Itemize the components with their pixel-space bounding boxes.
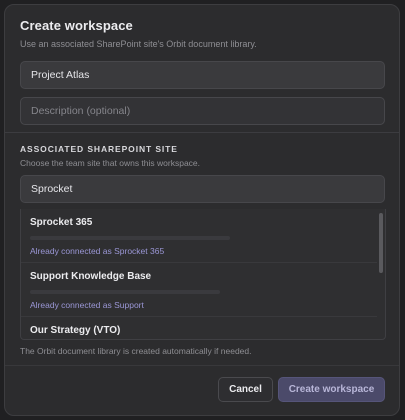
workspace-name-input[interactable]: Project Atlas [20, 61, 385, 89]
dialog-subtitle: Use an associated SharePoint site's Orbi… [20, 39, 257, 49]
section-divider [5, 132, 399, 133]
site-option-title: Our Strategy (VTO) [30, 325, 121, 336]
create-workspace-button[interactable]: Create workspace [278, 377, 385, 402]
site-option-status: Already connected as Sprocket 365 [30, 246, 165, 256]
site-section-heading: ASSOCIATED SHAREPOINT SITE [20, 144, 178, 154]
redacted-text [30, 236, 230, 240]
dialog-title: Create workspace [20, 18, 133, 33]
dropdown-scrollbar[interactable] [379, 213, 383, 273]
site-option-sprocket-365[interactable]: Sprocket 365 Already connected as Sprock… [21, 209, 377, 262]
site-option-title: Support Knowledge Base [30, 271, 152, 282]
site-options-dropdown: Sprocket 365 Already connected as Sprock… [20, 209, 386, 340]
site-search-input[interactable]: Sprocket [20, 175, 385, 203]
site-option-status: Already connected as Support [30, 300, 144, 310]
site-option-title: Sprocket 365 [30, 217, 93, 228]
library-footnote: The Orbit document library is created au… [20, 346, 252, 356]
site-section-help: Choose the team site that owns this work… [20, 158, 201, 168]
cancel-button[interactable]: Cancel [218, 377, 273, 402]
footer-divider [5, 365, 399, 366]
create-workspace-dialog: Create workspace Use an associated Share… [4, 4, 400, 416]
site-option-our-strategy[interactable]: Our Strategy (VTO) [21, 317, 377, 339]
redacted-text [30, 290, 220, 294]
site-option-support-knowledge-base[interactable]: Support Knowledge Base Already connected… [21, 263, 377, 316]
description-input[interactable]: Description (optional) [20, 97, 385, 125]
